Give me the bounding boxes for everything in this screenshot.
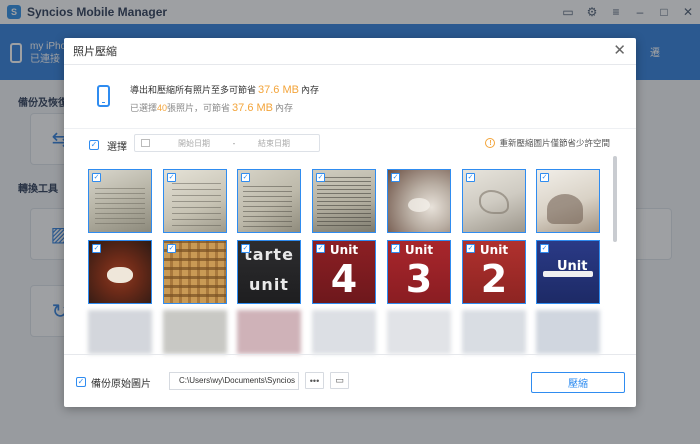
savings-info: 導出和壓縮所有照片至多可節省 37.6 MB 內存 已選擇 40 張照片，可節省…: [97, 83, 319, 114]
photo-loading-3[interactable]: [237, 310, 301, 354]
total-savings-prefix: 導出和壓縮所有照片至多可節省: [130, 85, 257, 95]
photo-tarte-unit[interactable]: tarte unit ✓: [237, 240, 301, 304]
start-date-field[interactable]: 開始日期: [164, 138, 224, 149]
warning-icon: !: [485, 138, 496, 148]
photo-art-3[interactable]: ✓: [536, 169, 600, 233]
photo-loading-1[interactable]: [88, 310, 152, 354]
selected-prefix: 已選擇: [130, 103, 158, 113]
backup-original-label: 備份原始圖片: [91, 379, 151, 390]
calendar-icon: [141, 139, 150, 147]
close-icon[interactable]: ✕: [613, 43, 626, 59]
photo-checkbox[interactable]: ✓: [167, 244, 176, 253]
photo-checkbox[interactable]: ✓: [167, 173, 176, 182]
dialog-footer: ✓ 備份原始圖片 C:\Users\wy\Documents\Syncios •…: [64, 354, 636, 407]
photo-loading-4[interactable]: [312, 310, 376, 354]
photo-art-2[interactable]: ✓: [462, 169, 526, 233]
unit-number-2: 2: [480, 257, 508, 301]
photo-waffle[interactable]: ✓: [163, 240, 227, 304]
photo-checkbox[interactable]: ✓: [92, 173, 101, 182]
select-all-checkbox[interactable]: ✓: [89, 140, 99, 150]
photo-unit-2[interactable]: Unit 2 ✓: [462, 240, 526, 304]
total-savings-suffix: 內存: [300, 85, 319, 95]
end-date-field[interactable]: 結束日期: [244, 138, 304, 149]
photo-loading-6[interactable]: [462, 310, 526, 354]
total-savings-size: 37.6 MB: [258, 84, 299, 96]
select-all-label: 選擇: [107, 142, 127, 153]
photo-loading-2[interactable]: [163, 310, 227, 354]
photo-checkbox[interactable]: ✓: [540, 244, 549, 253]
folder-icon[interactable]: ▭: [330, 372, 349, 389]
date-range-picker[interactable]: 開始日期 - 結束日期: [134, 134, 320, 152]
photo-checkbox[interactable]: ✓: [391, 173, 400, 182]
photo-grid-scrollbar[interactable]: [613, 156, 617, 242]
photo-art-1[interactable]: ✓: [387, 169, 451, 233]
selected-suffix: 內存: [275, 103, 294, 113]
photo-doc-1[interactable]: ✓: [88, 169, 152, 233]
photo-checkbox[interactable]: ✓: [241, 173, 250, 182]
photo-checkbox[interactable]: ✓: [391, 244, 400, 253]
photo-checkbox[interactable]: ✓: [316, 173, 325, 182]
unit-number-4: 4: [330, 257, 358, 301]
photo-food[interactable]: ✓: [88, 240, 152, 304]
photo-checkbox[interactable]: ✓: [316, 244, 325, 253]
date-separator: -: [232, 138, 236, 148]
photo-unit-4[interactable]: Unit 4 ✓: [312, 240, 376, 304]
photo-doc-4[interactable]: ✓: [312, 169, 376, 233]
photo-checkbox[interactable]: ✓: [466, 173, 475, 182]
photo-checkbox[interactable]: ✓: [241, 244, 250, 253]
selected-savings-size: 37.6 MB: [232, 102, 274, 114]
phone-icon: [97, 85, 110, 107]
backup-path-field[interactable]: C:\Users\wy\Documents\Syncios: [169, 372, 299, 390]
selected-mid: 張照片，可節省: [167, 103, 231, 113]
recompress-warning: ! 重新壓縮圖片僅節省少許空間: [485, 137, 610, 149]
selected-savings-line: 已選擇 40 張照片，可節省 37.6 MB 內存: [130, 101, 319, 114]
backup-original-checkbox[interactable]: ✓: [76, 377, 86, 387]
photo-checkbox[interactable]: ✓: [466, 244, 475, 253]
photo-checkbox[interactable]: ✓: [540, 173, 549, 182]
photo-compress-dialog: 照片壓縮 ✕ 導出和壓縮所有照片至多可節省 37.6 MB 內存 已選擇 40 …: [64, 38, 636, 407]
filter-bar: ✓ 選擇 開始日期 - 結束日期 ! 重新壓縮圖片僅節省少許空間: [64, 128, 636, 156]
selected-count: 40: [157, 103, 168, 113]
photo-unit-3[interactable]: Unit 3 ✓: [387, 240, 451, 304]
total-savings-line: 導出和壓縮所有照片至多可節省 37.6 MB 內存: [130, 83, 319, 100]
unit-number-3: 3: [405, 257, 433, 301]
dialog-title: 照片壓縮: [73, 46, 117, 58]
dialog-header: 照片壓縮 ✕: [64, 38, 636, 65]
photo-loading-7[interactable]: [536, 310, 600, 354]
browse-more-button[interactable]: •••: [305, 372, 324, 389]
photo-unit-1[interactable]: Unit ✓: [536, 240, 600, 304]
photo-doc-2[interactable]: ✓: [163, 169, 227, 233]
warning-text: 重新壓縮圖片僅節省少許空間: [499, 138, 610, 148]
photo-loading-5[interactable]: [387, 310, 451, 354]
photo-checkbox[interactable]: ✓: [92, 244, 101, 253]
compress-button[interactable]: 壓縮: [531, 372, 625, 393]
photo-doc-3[interactable]: ✓: [237, 169, 301, 233]
